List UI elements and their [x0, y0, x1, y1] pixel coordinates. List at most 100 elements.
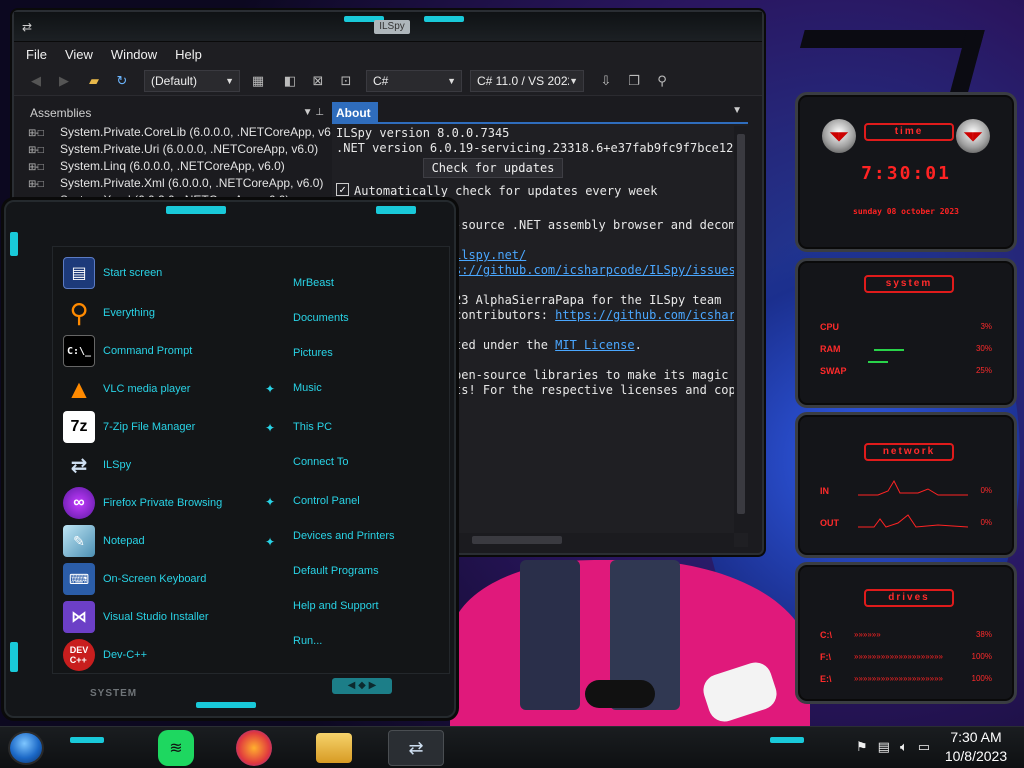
- swap-meter: [868, 361, 888, 363]
- windows-icon[interactable]: ❐: [624, 71, 644, 91]
- search-icon[interactable]: ⚲: [652, 71, 672, 91]
- show-all-icon[interactable]: ◧: [280, 71, 300, 91]
- open-folder-icon[interactable]: ▰: [84, 71, 104, 91]
- place-pictures[interactable]: Pictures: [293, 345, 333, 361]
- about-tab-row: About ▼: [332, 102, 748, 124]
- expand-icon[interactable]: ⊞-□: [28, 142, 60, 159]
- menu-view[interactable]: View: [65, 47, 93, 62]
- save-code-icon[interactable]: ⇩: [596, 71, 616, 91]
- program-on-screen-keyboard[interactable]: ⌨ On-Screen Keyboard: [63, 563, 206, 595]
- libraries-text: pen-source libraries to make its magic: [454, 368, 729, 382]
- program-vs-installer[interactable]: ⋈ Visual Studio Installer: [63, 601, 209, 633]
- program-ilspy[interactable]: ⇄ ILSpy: [63, 449, 132, 481]
- start-button[interactable]: [8, 731, 44, 765]
- expand-icon[interactable]: ⊞-□: [28, 176, 60, 193]
- tab-menu-icon[interactable]: ▼: [732, 105, 742, 116]
- vs-installer-icon: ⋈: [63, 601, 95, 633]
- swap-row: SWAP 25%: [820, 366, 992, 376]
- check-updates-button[interactable]: Check for updates: [423, 158, 563, 178]
- menu-help[interactable]: Help: [175, 47, 202, 62]
- assembly-item[interactable]: ⊞-□ System.Linq (6.0.0.0, .NETCoreApp, v6…: [24, 158, 324, 175]
- place-this-pc[interactable]: This PC: [293, 419, 332, 435]
- time-title: time: [864, 123, 954, 141]
- internal-api-icon[interactable]: ⊡: [336, 71, 356, 91]
- pin-icon[interactable]: ▼ ⊥: [303, 102, 324, 124]
- license-suffix: .: [634, 338, 642, 352]
- ilspy-icon: ⇄: [70, 454, 88, 477]
- taskbar-accent: [70, 737, 104, 743]
- back-arrow-icon[interactable]: ◀: [26, 71, 46, 91]
- menu-nav-arrows[interactable]: ◀ ◆ ▶: [332, 678, 392, 694]
- filter-icon[interactable]: ⊠: [308, 71, 328, 91]
- program-start-screen[interactable]: ▤ Start screen: [63, 257, 162, 289]
- keyboard-icon: ⌨: [63, 563, 95, 595]
- website-link[interactable]: ilspy.net/: [454, 248, 526, 262]
- drive-f-row: F:\ »»»»»»»»»»»»»»»»»»»» 100%: [820, 652, 992, 662]
- menu-accent: [10, 642, 18, 672]
- language-version-value: C# 11.0 / VS 2022.4: [477, 74, 569, 88]
- chevron-down-icon: ▼: [569, 76, 578, 86]
- window-titlebar[interactable]: ⇄ ILSpy: [14, 12, 762, 42]
- program-vlc[interactable]: ▲ VLC media player: [63, 373, 190, 405]
- spotify-taskbar-icon[interactable]: ≋: [158, 730, 194, 766]
- expand-icon[interactable]: ⊞-□: [28, 159, 60, 176]
- place-documents[interactable]: Documents: [293, 310, 349, 326]
- drive-e-row: E:\ »»»»»»»»»»»»»»»»»»»» 100%: [820, 674, 992, 684]
- scrollbar-thumb[interactable]: [737, 134, 745, 514]
- vertical-scrollbar[interactable]: [734, 126, 748, 533]
- system-gadget: system CPU 3% RAM 30% SWAP 25%: [795, 258, 1017, 408]
- place-music[interactable]: Music: [293, 380, 322, 396]
- program-command-prompt[interactable]: C:\_ Command Prompt: [63, 335, 192, 367]
- forward-arrow-icon[interactable]: ▶: [54, 71, 74, 91]
- place-default-programs[interactable]: Default Programs: [293, 563, 379, 579]
- language-select[interactable]: C# ▼: [366, 70, 462, 92]
- manage-lists-icon[interactable]: ▦: [248, 71, 268, 91]
- program-everything[interactable]: ⚲ Everything: [63, 297, 155, 329]
- menu-accent: [10, 232, 18, 256]
- gadget-date: sunday 08 october 2023: [853, 207, 959, 216]
- expand-icon[interactable]: ⊞-□: [28, 125, 60, 142]
- program-7zip[interactable]: 7z 7-Zip File Manager: [63, 411, 195, 443]
- place-help-support[interactable]: Help and Support: [293, 598, 379, 614]
- place-mrbeast[interactable]: MrBeast: [293, 275, 334, 291]
- place-devices-printers[interactable]: Devices and Printers: [293, 528, 395, 544]
- place-connect-to[interactable]: Connect To: [293, 454, 348, 470]
- issues-link[interactable]: s://github.com/icsharpcode/ILSpy/issues/: [454, 263, 734, 277]
- taskbar: ≋ ⇄ ⚑ ▤ 🔈︎ ▭ 7:30 AM 10/8/2023: [0, 726, 1024, 768]
- auto-check-checkbox[interactable]: ✓: [336, 183, 349, 196]
- program-notepad[interactable]: ✎ Notepad: [63, 525, 145, 557]
- contributors-label: contributors:: [454, 308, 556, 322]
- taskbar-clock-date[interactable]: 10/8/2023: [938, 748, 1014, 764]
- place-control-panel[interactable]: Control Panel: [293, 493, 360, 509]
- system-tray: ⚑ ▤ 🔈︎ ▭: [856, 739, 930, 755]
- profile-select[interactable]: (Default) ▼: [144, 70, 240, 92]
- menu-bar: File View Window Help: [14, 42, 762, 66]
- assembly-item[interactable]: ⊞-□ System.Private.Xml (6.0.0.0, .NETCore…: [24, 175, 324, 192]
- menu-accent: [376, 206, 416, 214]
- contributors-link[interactable]: https://github.com/icsharp: [555, 308, 734, 322]
- chevron-down-icon: ▼: [447, 76, 456, 86]
- ram-row: RAM 30%: [820, 344, 992, 354]
- network-tray-icon[interactable]: ▤: [878, 739, 890, 755]
- ilspy-taskbar-icon[interactable]: ⇄: [388, 730, 444, 766]
- menu-file[interactable]: File: [26, 47, 47, 62]
- mit-license-link[interactable]: MIT License: [555, 338, 634, 352]
- assembly-item[interactable]: ⊞-□ System.Private.CoreLib (6.0.0.0, .NET…: [24, 124, 331, 142]
- ilspy-app-icon[interactable]: ⇄: [22, 20, 32, 34]
- keyboard-tray-icon[interactable]: ▭: [918, 739, 930, 755]
- assembly-item[interactable]: ⊞-□ System.Private.Uri (6.0.0.0, .NETCore…: [24, 141, 324, 158]
- program-devcpp[interactable]: DEV C++ Dev-C++: [63, 639, 147, 671]
- program-firefox-private[interactable]: ∞ Firefox Private Browsing: [63, 487, 222, 519]
- flag-icon[interactable]: ⚑: [856, 739, 868, 755]
- tab-about[interactable]: About: [332, 102, 378, 124]
- scrollbar-thumb[interactable]: [472, 536, 562, 544]
- file-explorer-taskbar-icon[interactable]: [316, 733, 352, 763]
- place-run[interactable]: Run...: [293, 633, 322, 649]
- firefox-taskbar-icon[interactable]: [236, 730, 272, 766]
- taskbar-clock-time[interactable]: 7:30 AM: [938, 729, 1014, 745]
- language-version-select[interactable]: C# 11.0 / VS 2022.4 ▼: [470, 70, 584, 92]
- volume-icon[interactable]: 🔈︎: [900, 739, 908, 755]
- menu-window[interactable]: Window: [111, 47, 157, 62]
- alien-head-icon: ◥◤: [822, 119, 856, 153]
- reload-icon[interactable]: ↻: [112, 71, 132, 91]
